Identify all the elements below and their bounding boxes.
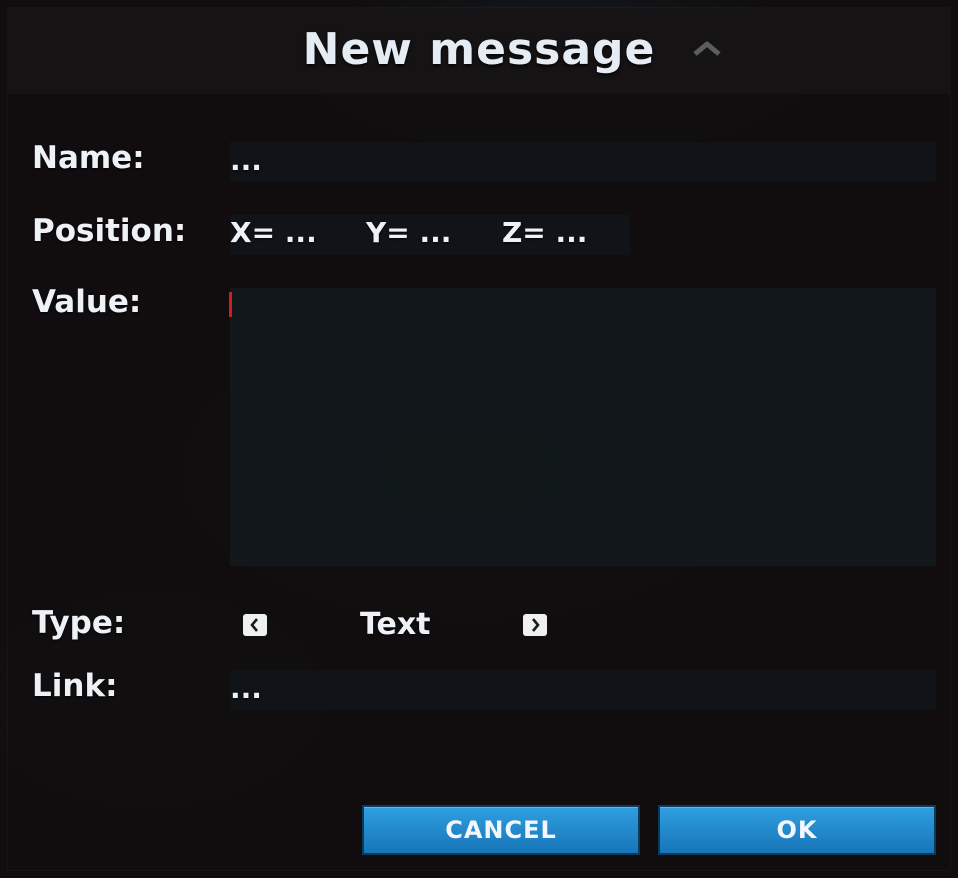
link-field[interactable]: [230, 670, 936, 710]
text-caret: [229, 292, 232, 317]
link-value: ...: [230, 672, 262, 705]
type-next-button[interactable]: [523, 614, 547, 636]
value-textarea[interactable]: [230, 288, 936, 566]
new-message-dialog: New message Name: ... Position: X= ... Y…: [8, 8, 950, 870]
cancel-button[interactable]: CANCEL: [362, 805, 640, 855]
type-value: Text: [360, 607, 431, 642]
type-label: Type:: [32, 605, 126, 641]
position-x-value[interactable]: X= ...: [230, 216, 317, 249]
position-y-value[interactable]: Y= ...: [366, 216, 451, 249]
value-label: Value:: [32, 284, 142, 320]
chevron-right-icon: [532, 618, 540, 632]
name-label: Name:: [32, 140, 145, 176]
link-label: Link:: [32, 668, 118, 704]
position-label: Position:: [32, 213, 187, 249]
name-field[interactable]: [230, 142, 936, 182]
chevron-up-icon[interactable]: [693, 38, 721, 58]
dialog-title: New message: [302, 24, 656, 75]
dialog-titlebar: New message: [8, 8, 950, 94]
chevron-left-icon: [250, 618, 258, 632]
ok-button[interactable]: OK: [658, 805, 936, 855]
type-prev-button[interactable]: [243, 614, 267, 636]
name-value: ...: [230, 144, 262, 177]
position-z-value[interactable]: Z= ...: [502, 216, 587, 249]
